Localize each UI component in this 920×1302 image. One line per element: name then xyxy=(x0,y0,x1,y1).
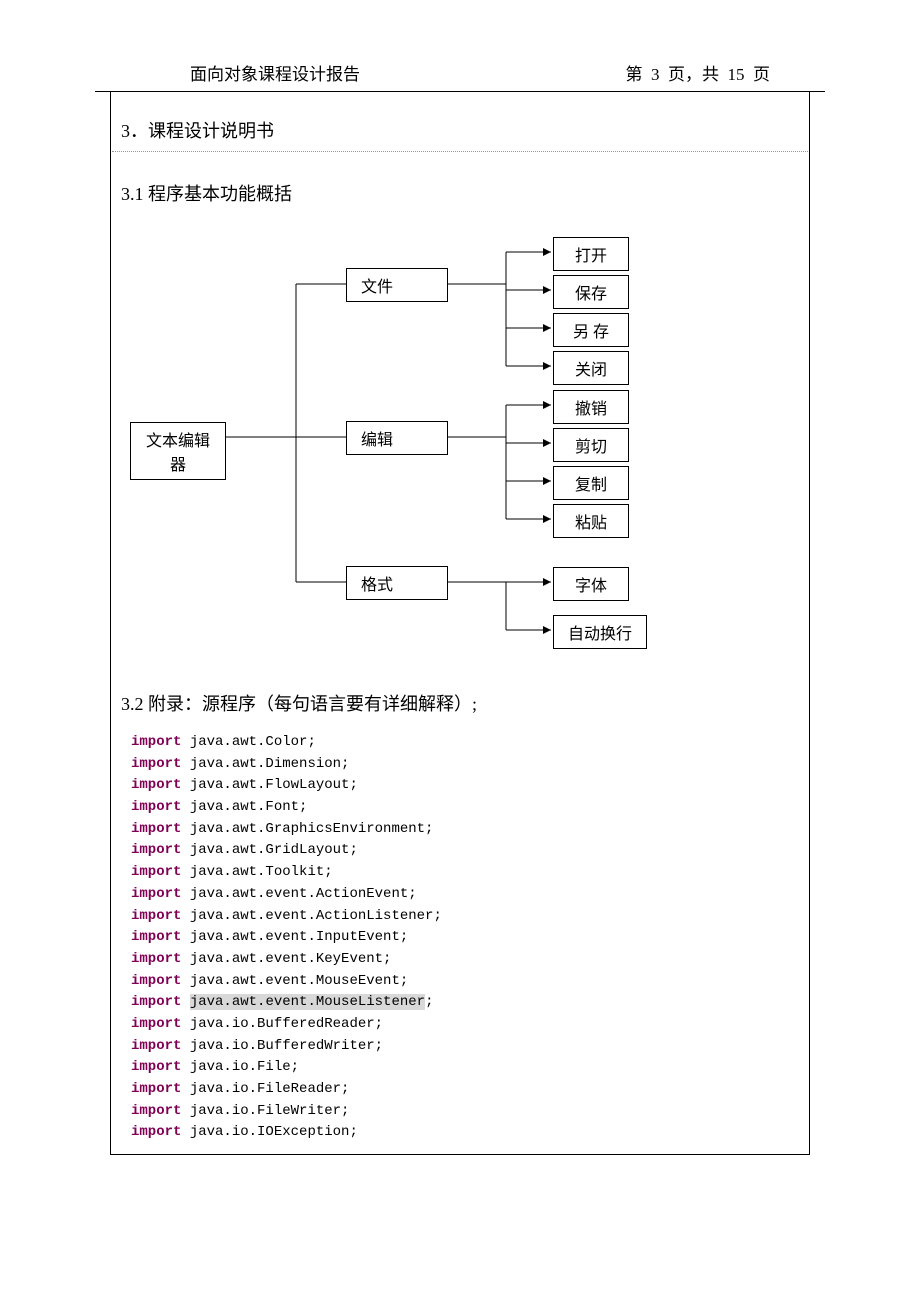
node-wrap: 自动换行 xyxy=(553,615,647,649)
code-line: import java.awt.event.KeyEvent; xyxy=(131,949,809,971)
node-format: 格式 xyxy=(346,566,448,600)
node-open: 打开 xyxy=(553,237,629,271)
pager: 第 3 页，共 15 页 xyxy=(626,60,771,85)
code-line: import java.io.File; xyxy=(131,1057,809,1079)
node-file: 文件 xyxy=(346,268,448,302)
function-diagram: 文本编辑器 文件 编辑 格式 打开 保存 另 存 关闭 撤销 剪切 复制 粘贴 … xyxy=(121,222,809,662)
code-line: import java.io.IOException; xyxy=(131,1122,809,1144)
code-line: import java.awt.Toolkit; xyxy=(131,862,809,884)
code-line: import java.io.BufferedReader; xyxy=(131,1014,809,1036)
code-line: import java.io.FileReader; xyxy=(131,1079,809,1101)
code-line: import java.awt.Dimension; xyxy=(131,754,809,776)
code-line: import java.awt.event.MouseEvent; xyxy=(131,971,809,993)
code-line: import java.awt.GraphicsEnvironment; xyxy=(131,819,809,841)
node-edit: 编辑 xyxy=(346,421,448,455)
section-3-1-title: 3.1 程序基本功能概括 xyxy=(111,180,809,206)
code-line: import java.awt.Font; xyxy=(131,797,809,819)
node-font: 字体 xyxy=(553,567,629,601)
node-undo: 撤销 xyxy=(553,390,629,424)
doc-title: 面向对象课程设计报告 xyxy=(190,60,360,85)
code-line: import java.awt.event.ActionEvent; xyxy=(131,884,809,906)
node-close: 关闭 xyxy=(553,351,629,385)
node-root: 文本编辑器 xyxy=(130,422,226,480)
content-frame: 3．课程设计说明书 3.1 程序基本功能概括 xyxy=(110,92,810,1155)
code-line: import java.awt.Color; xyxy=(131,732,809,754)
node-cut: 剪切 xyxy=(553,428,629,462)
code-line: import java.io.BufferedWriter; xyxy=(131,1036,809,1058)
section-3-title: 3．课程设计说明书 xyxy=(111,117,809,143)
node-save: 保存 xyxy=(553,275,629,309)
source-code: import java.awt.Color; import java.awt.D… xyxy=(111,732,809,1144)
node-copy: 复制 xyxy=(553,466,629,500)
code-line: import java.awt.GridLayout; xyxy=(131,840,809,862)
code-line: import java.awt.event.InputEvent; xyxy=(131,927,809,949)
code-line: import java.awt.event.MouseListener; xyxy=(131,992,809,1014)
section-3-2-title: 3.2 附录：源程序（每句语言要有详细解释）; xyxy=(111,690,809,716)
page-header: 面向对象课程设计报告 第 3 页，共 15 页 xyxy=(50,60,870,91)
code-line: import java.awt.event.ActionListener; xyxy=(131,906,809,928)
code-line: import java.io.FileWriter; xyxy=(131,1101,809,1123)
node-paste: 粘贴 xyxy=(553,504,629,538)
code-line: import java.awt.FlowLayout; xyxy=(131,775,809,797)
node-saveas: 另 存 xyxy=(553,313,629,347)
dotted-separator xyxy=(112,151,808,152)
